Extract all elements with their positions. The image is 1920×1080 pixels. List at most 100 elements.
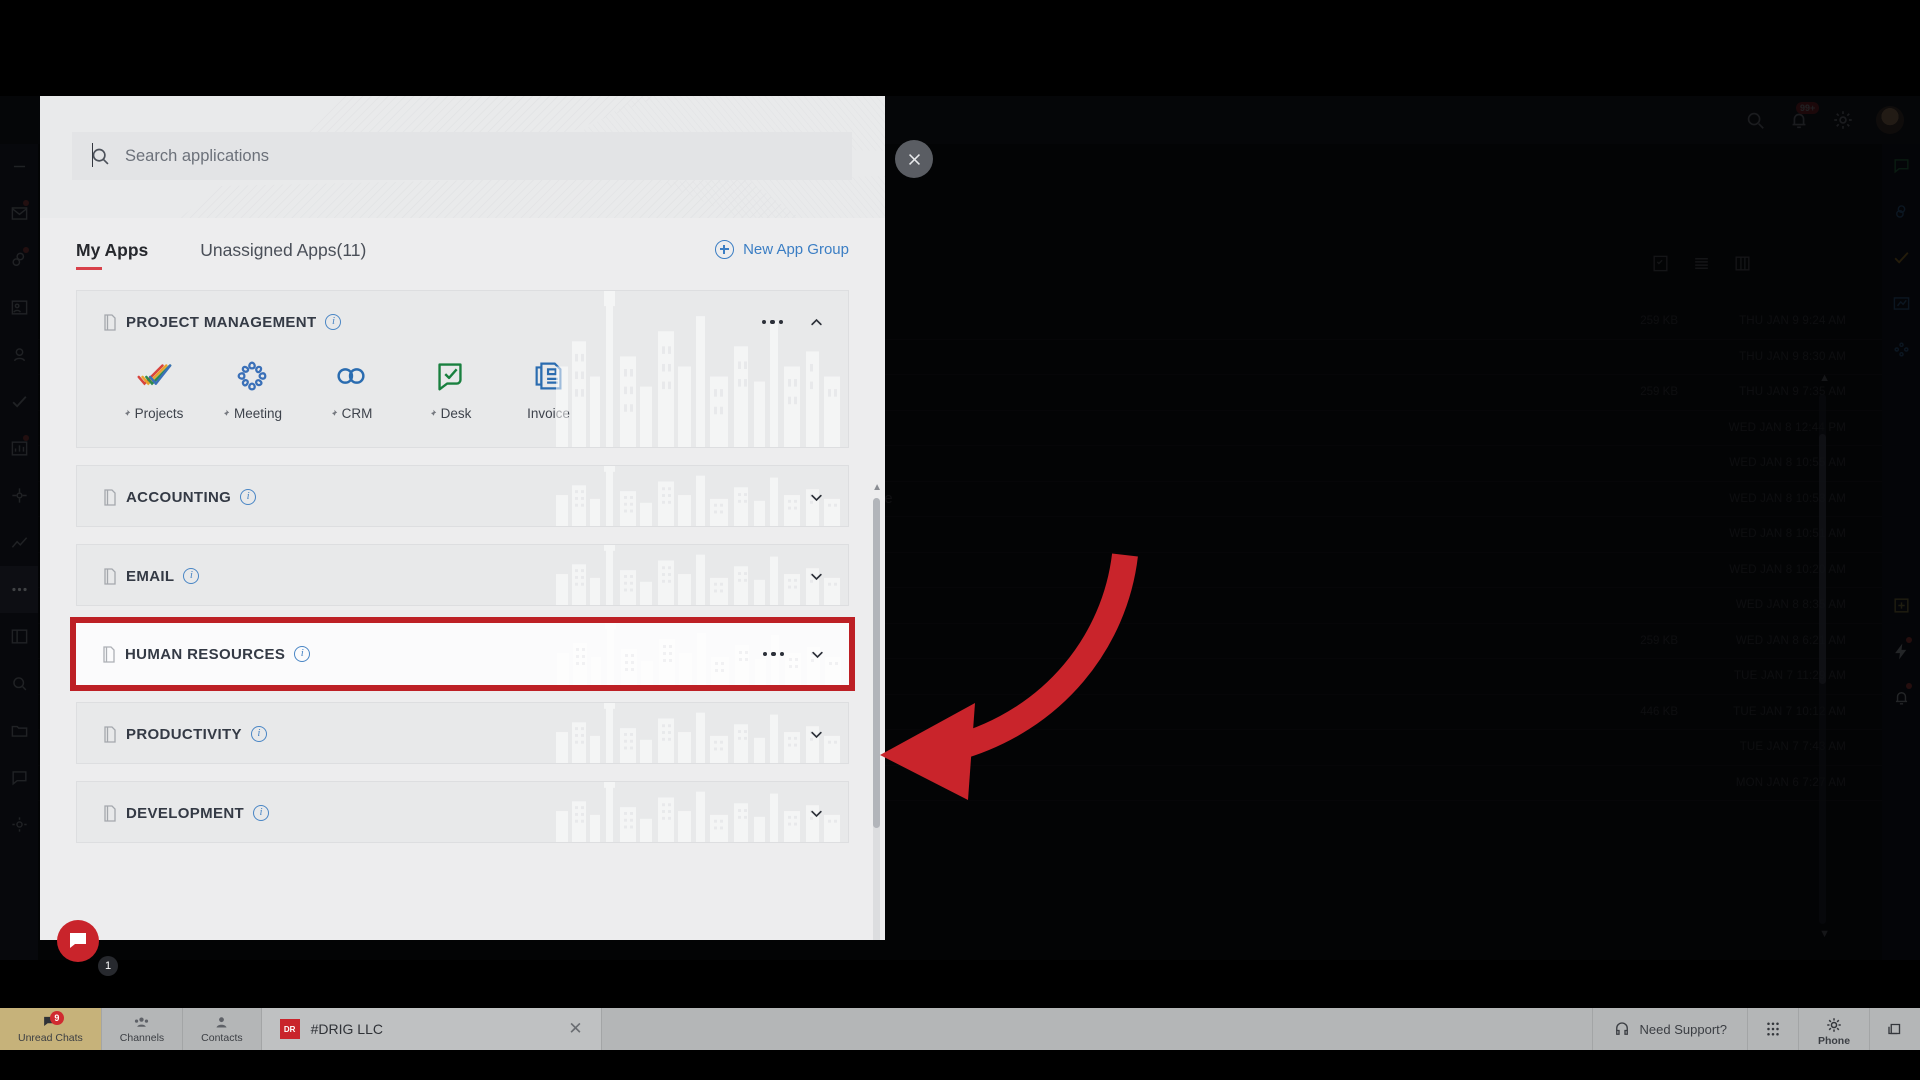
app-group-card[interactable]: PRODUCTIVITY i [76, 702, 849, 764]
app-tile-projects[interactable]: Projects [103, 357, 202, 421]
search-icon[interactable] [1744, 109, 1766, 131]
taskbar-item-unread-chats[interactable]: 9 Unread Chats [0, 1008, 102, 1050]
taskbar-item-channels[interactable]: Channels [102, 1008, 184, 1050]
rail-item-apps[interactable] [0, 613, 38, 660]
avatar[interactable] [1876, 106, 1904, 134]
chevron-down-icon[interactable] [809, 490, 824, 505]
taskbar-phone-settings[interactable]: Phone [1798, 1008, 1869, 1050]
app-group-actions[interactable] [762, 623, 826, 685]
close-icon[interactable]: ✕ [568, 1019, 582, 1039]
taskbar-chat-tab[interactable]: DR #DRIG LLC ✕ [261, 1008, 602, 1050]
chevron-down-icon[interactable] [809, 806, 824, 821]
app-group-card[interactable]: HUMAN RESOURCES i [70, 617, 855, 691]
rrail-item-flash[interactable] [1882, 628, 1920, 674]
rrail-item-bell[interactable] [1882, 674, 1920, 720]
taskbar-right-group[interactable]: Need Support? Phone [1591, 1008, 1920, 1050]
mail-view-tools[interactable] [1651, 254, 1752, 273]
app-group-card[interactable]: PROJECT MANAGEMENT i Projects Meeting CRM Des… [76, 290, 849, 448]
app-tile-crm[interactable]: CRM [301, 357, 400, 421]
rail-item-crm[interactable] [0, 237, 38, 284]
app-group-actions[interactable] [809, 703, 824, 763]
tab-my-apps[interactable]: My Apps [76, 240, 148, 270]
panel-scroll-up-arrow[interactable]: ▲ [872, 482, 882, 493]
app-group-actions[interactable] [809, 466, 824, 526]
mail-list-view-icon[interactable] [1692, 254, 1711, 273]
chevron-down-icon[interactable] [810, 647, 825, 662]
right-app-rail[interactable] [1882, 96, 1920, 960]
taskbar[interactable]: 9 Unread Chats Channels Contacts DR #DRI… [0, 1008, 1920, 1050]
chevron-down-icon[interactable] [809, 569, 824, 584]
chevron-up-icon[interactable] [809, 315, 824, 330]
app-group-list[interactable]: PROJECT MANAGEMENT i Projects Meeting CRM Des… [40, 290, 885, 940]
rrail-item-crm[interactable] [1882, 188, 1920, 234]
app-group-actions[interactable] [809, 782, 824, 842]
bell-icon[interactable]: 99+ [1788, 102, 1820, 131]
taskbar-windows[interactable] [1869, 1008, 1920, 1050]
rail-item-mail[interactable] [0, 190, 38, 237]
app-group-card[interactable]: DEVELOPMENT i [76, 781, 849, 843]
rrail-item-add[interactable] [1882, 582, 1920, 628]
app-tile-invoice[interactable]: Invoice [499, 357, 598, 421]
chevron-down-icon[interactable] [809, 727, 824, 742]
rail-item-meeting[interactable] [0, 331, 38, 378]
close-panel-button[interactable] [895, 140, 933, 178]
info-icon[interactable]: i [183, 568, 200, 584]
info-icon[interactable]: i [253, 805, 270, 821]
kebab-menu-icon[interactable] [761, 319, 783, 325]
rail-item-files[interactable] [0, 707, 38, 754]
mail-scroll-down-arrow[interactable]: ▼ [1819, 928, 1830, 940]
panel-tabs[interactable]: My Apps Unassigned Apps(11) New App Grou… [40, 218, 885, 270]
rail-item-divider [0, 143, 38, 190]
app-group-header[interactable]: PROJECT MANAGEMENT i [77, 291, 848, 353]
app-tile-meeting[interactable]: Meeting [202, 357, 301, 421]
taskbar-need-support[interactable]: Need Support? [1591, 1008, 1747, 1050]
app-tile-desk[interactable]: Desk [400, 357, 499, 421]
mail-columns-icon[interactable] [1733, 254, 1752, 273]
new-app-group-button[interactable]: New App Group [715, 240, 849, 259]
app-name: Projects [134, 406, 184, 421]
topbar-actions[interactable]: 99+ [1744, 96, 1904, 144]
info-icon[interactable]: i [294, 646, 311, 662]
rail-item-trends[interactable] [0, 519, 38, 566]
app-group-header[interactable]: EMAIL i [77, 545, 848, 605]
rail-item-search[interactable] [0, 660, 38, 707]
rrail-item-analytics[interactable] [1882, 280, 1920, 326]
info-icon[interactable]: i [325, 314, 342, 330]
app-group-actions[interactable] [809, 545, 824, 605]
info-icon[interactable]: i [250, 726, 267, 742]
app-group-card[interactable]: ACCOUNTING i [76, 465, 849, 527]
left-navigation-rail[interactable] [0, 96, 38, 960]
search-bar[interactable] [72, 132, 852, 180]
mail-scroll-up-arrow[interactable]: ▲ [1819, 372, 1830, 384]
rail-item-desk[interactable] [0, 754, 38, 801]
rrail-item-desk[interactable] [1882, 142, 1920, 188]
panel-scrollbar-thumb[interactable] [873, 498, 880, 828]
notification-dot [1906, 683, 1912, 689]
gear-icon[interactable] [1832, 109, 1854, 131]
folder-icon [103, 488, 117, 506]
search-input[interactable] [125, 146, 834, 166]
taskbar-dialpad[interactable] [1747, 1008, 1798, 1050]
rail-item-settings[interactable] [0, 801, 38, 848]
kebab-menu-icon[interactable] [762, 651, 784, 657]
app-group-header[interactable]: DEVELOPMENT i [77, 782, 848, 842]
tab-unassigned-apps[interactable]: Unassigned Apps(11) [200, 240, 366, 270]
app-name: Desk [440, 406, 472, 421]
app-group-header[interactable]: PRODUCTIVITY i [77, 703, 848, 763]
taskbar-item-contacts[interactable]: Contacts [183, 1008, 262, 1050]
app-group-header[interactable]: ACCOUNTING i [77, 466, 848, 526]
chat-widget-button[interactable] [57, 920, 99, 962]
rail-item-tasks[interactable] [0, 378, 38, 425]
mail-preview-icon[interactable] [1651, 254, 1670, 273]
app-group-card[interactable]: EMAIL i [76, 544, 849, 606]
mail-scrollbar-thumb[interactable] [1819, 434, 1826, 684]
app-group-header[interactable]: HUMAN RESOURCES i [76, 623, 849, 685]
rail-item-connect[interactable] [0, 472, 38, 519]
info-icon[interactable]: i [240, 489, 257, 505]
rrail-item-meeting[interactable] [1882, 326, 1920, 372]
app-group-actions[interactable] [761, 291, 825, 353]
rrail-item-projects[interactable] [1882, 234, 1920, 280]
rail-item-more[interactable] [0, 566, 38, 613]
rail-item-people[interactable] [0, 284, 38, 331]
rail-item-analytics[interactable] [0, 425, 38, 472]
